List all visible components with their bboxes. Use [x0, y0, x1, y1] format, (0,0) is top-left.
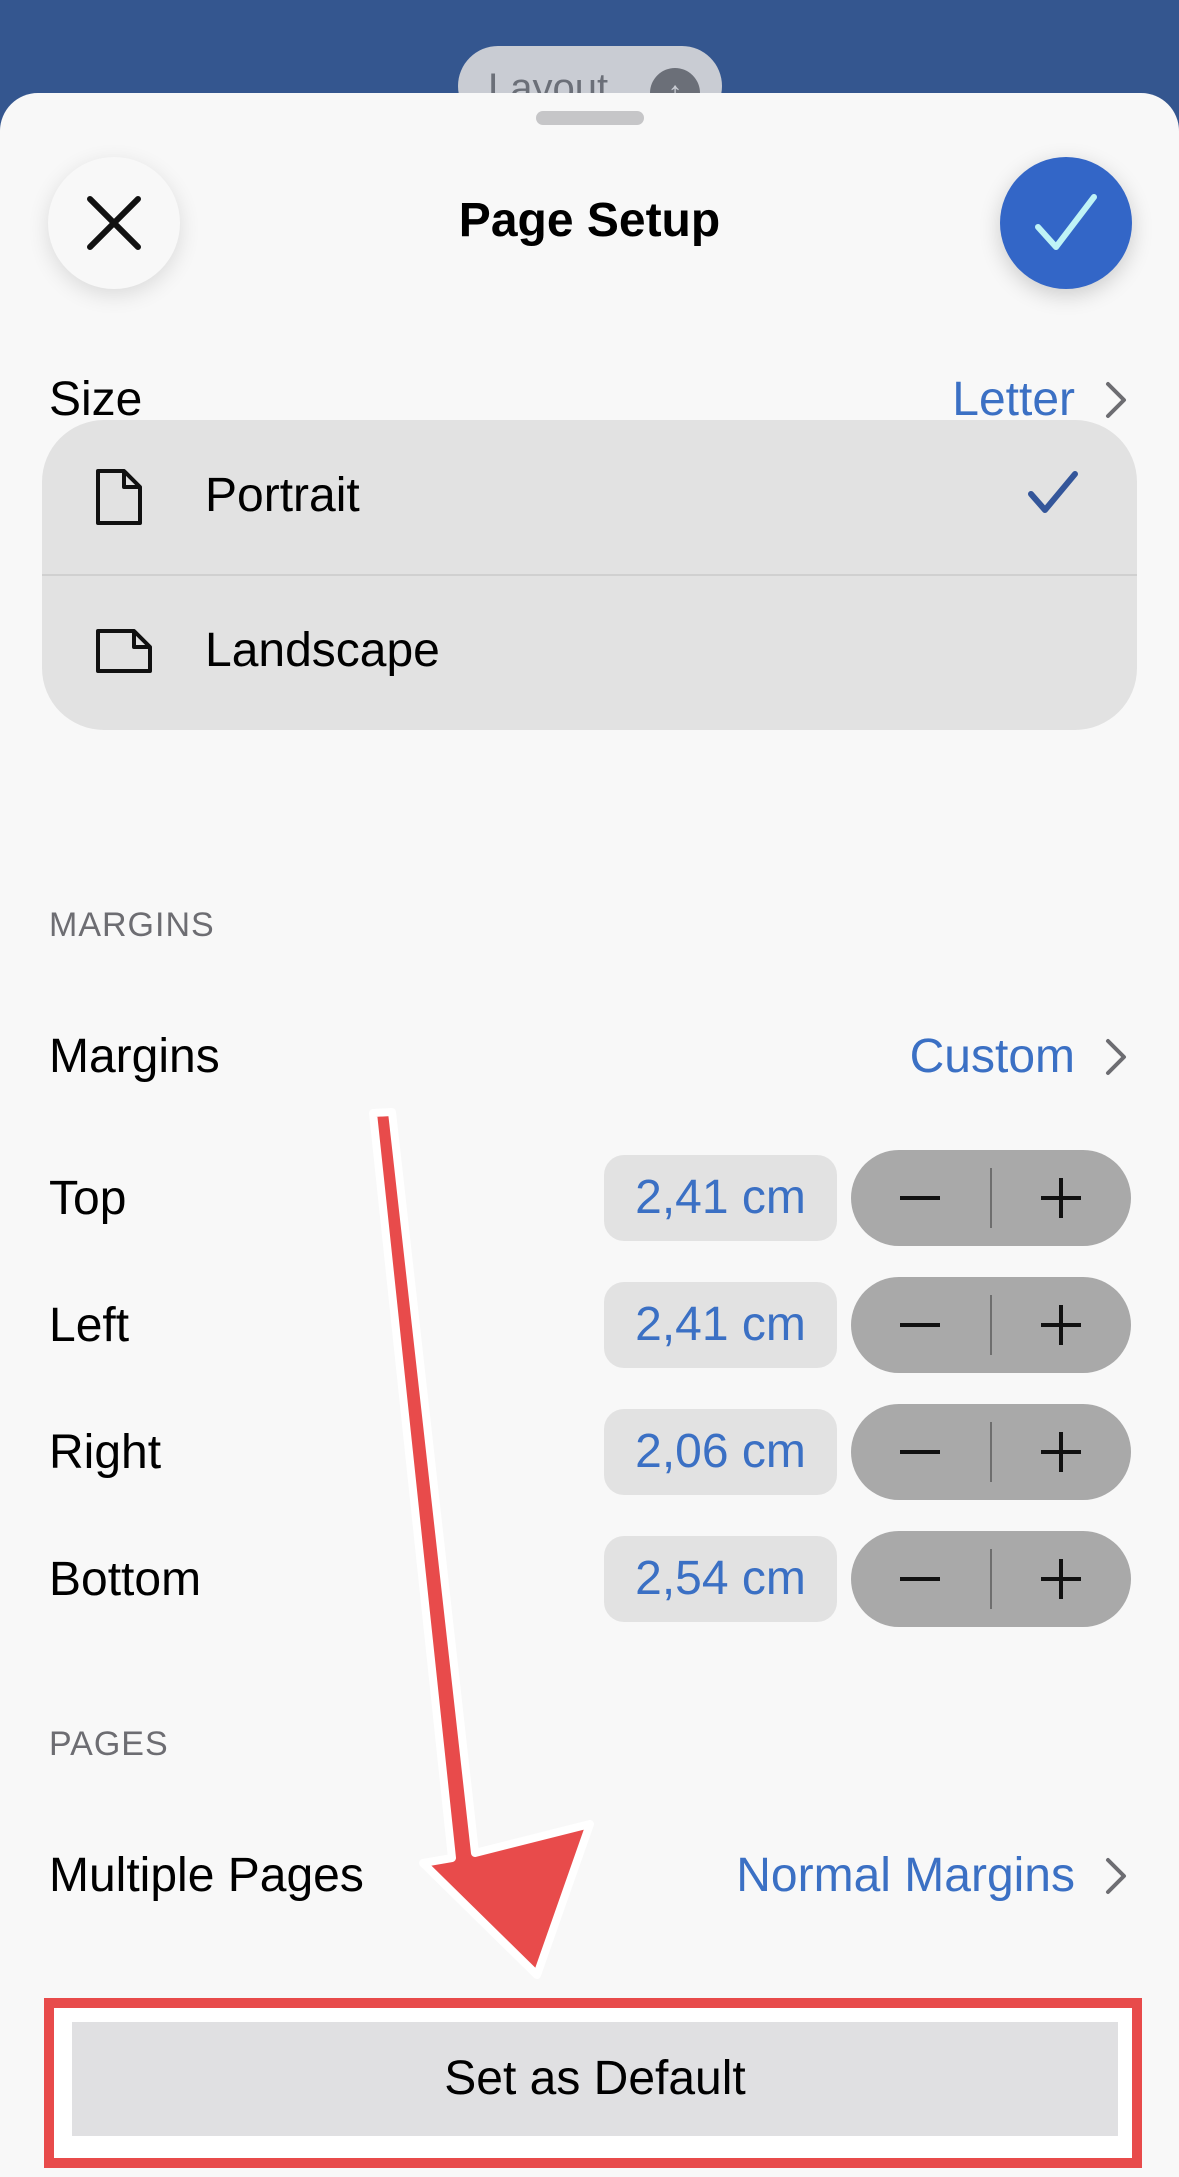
checkmark-icon: [1035, 194, 1097, 250]
margin-value-field[interactable]: 2,41 cm: [604, 1282, 837, 1368]
margin-stepper: [851, 1404, 1131, 1500]
margin-label: Top: [49, 1172, 127, 1225]
plus-icon: [1041, 1559, 1081, 1599]
margin-label: Bottom: [49, 1553, 202, 1606]
margin-label: Right: [49, 1426, 162, 1479]
chevron-right-icon: [1106, 1858, 1126, 1894]
sheet-grabber[interactable]: [536, 111, 644, 125]
landscape-page-icon: [96, 629, 152, 673]
margin-value-field[interactable]: 2,54 cm: [604, 1536, 837, 1622]
multiple-pages-value: Normal Margins: [736, 1849, 1075, 1902]
chevron-right-icon: [1106, 382, 1126, 418]
margin-value-field[interactable]: 2,41 cm: [604, 1155, 837, 1241]
size-label: Size: [49, 373, 143, 426]
margins-preset-label: Margins: [49, 1030, 220, 1083]
minus-icon: [900, 1196, 940, 1200]
plus-icon: [1041, 1432, 1081, 1472]
orientation-label: Landscape: [205, 624, 440, 677]
selected-checkmark-icon: [1028, 471, 1078, 513]
orientation-label: Portrait: [205, 469, 360, 522]
size-value: Letter: [952, 373, 1075, 426]
minus-icon: [900, 1450, 940, 1454]
orientation-group: Portrait Landscape: [42, 420, 1137, 730]
portrait-page-icon: [96, 469, 142, 525]
orientation-landscape[interactable]: Landscape: [42, 575, 1137, 730]
margins-preset-value: Custom: [909, 1030, 1075, 1083]
margin-label: Left: [49, 1299, 130, 1352]
increment-button[interactable]: [992, 1404, 1131, 1500]
done-button[interactable]: [1000, 157, 1132, 289]
margin-stepper: [851, 1531, 1131, 1627]
margin-value-field[interactable]: 2,06 cm: [604, 1409, 837, 1495]
increment-button[interactable]: [992, 1150, 1131, 1246]
margin-stepper: [851, 1150, 1131, 1246]
margin-stepper: [851, 1277, 1131, 1373]
set-as-default-button[interactable]: Set as Default: [72, 2022, 1118, 2136]
increment-button[interactable]: [992, 1531, 1131, 1627]
plus-icon: [1041, 1305, 1081, 1345]
decrement-button[interactable]: [851, 1150, 990, 1246]
minus-icon: [900, 1323, 940, 1327]
chevron-right-icon: [1106, 1039, 1126, 1075]
increment-button[interactable]: [992, 1277, 1131, 1373]
decrement-button[interactable]: [851, 1277, 990, 1373]
margins-section-header: MARGINS: [49, 906, 215, 944]
minus-icon: [900, 1577, 940, 1581]
pages-section-header: PAGES: [49, 1725, 169, 1763]
decrement-button[interactable]: [851, 1531, 990, 1627]
decrement-button[interactable]: [851, 1404, 990, 1500]
multiple-pages-label: Multiple Pages: [49, 1849, 364, 1902]
plus-icon: [1041, 1178, 1081, 1218]
orientation-portrait[interactable]: Portrait: [42, 420, 1137, 575]
